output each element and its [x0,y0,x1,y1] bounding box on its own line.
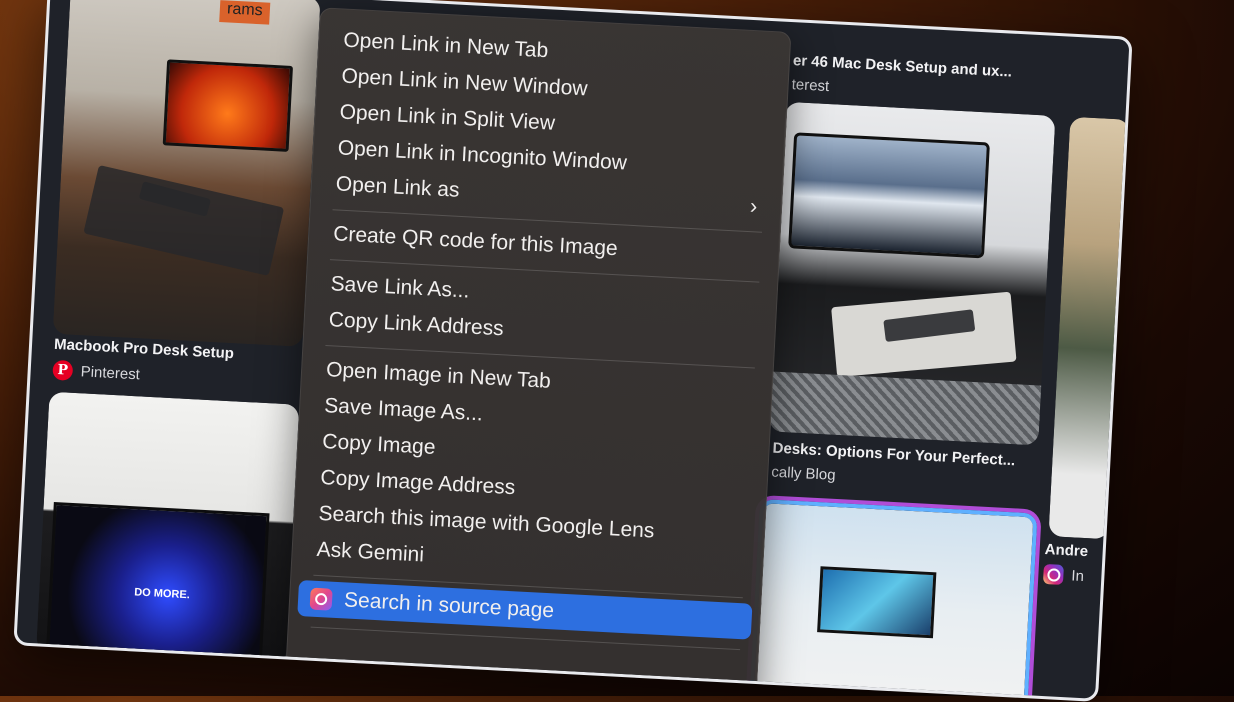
card-source[interactable]: In [1042,563,1085,586]
menu-item-label: Copy Link Address [328,308,505,341]
card-title[interactable]: Andre [1044,541,1088,560]
menu-item-label: Ask Gemini [316,537,425,567]
image-card-mac-desk[interactable] [768,101,1056,446]
ultrawide-monitor [788,132,990,259]
desk-setup-image [52,0,321,347]
card-title[interactable]: er 46 Mac Desk Setup and ux... [793,52,1013,80]
rams-sign: rams [219,0,271,25]
monitor-wallpaper [162,59,294,152]
menu-item-label: Save Link As... [330,272,470,303]
menu-item-label: Create QR code for this Image [332,222,619,261]
rug [768,371,1042,446]
desk-image [1048,116,1131,540]
source-label: Pinterest [80,362,141,383]
chevron-right-icon: › [749,193,758,219]
menu-item-label: Open Link in Split View [339,100,556,135]
browser-screen: rams Macbook Pro Desk Setup P Pinterest … [13,0,1133,702]
source-label: In [1070,566,1085,585]
image-card-macbook-desk[interactable]: rams [52,0,321,347]
lens-search-icon [309,587,333,611]
menu-item-label: Open Link in New Window [340,64,589,101]
monitor-screen [817,566,937,639]
menu-item-label: Open Link as [335,172,461,202]
menu-item-label: Copy Image Address [319,465,516,500]
menu-item-label: Open Link in New Tab [342,28,549,63]
menu-item-create-qr[interactable]: Create QR code for this Image [332,217,763,273]
menu-item-search-source-page[interactable]: Search in source page [297,579,753,640]
source-label: terest [791,76,830,96]
pinterest-icon: P [52,359,74,381]
card-source[interactable]: P Pinterest [52,359,141,385]
menu-item-label: Search in source page [343,588,555,623]
source-label: cally Blog [770,463,836,484]
menu-item-label: Save Image As... [323,394,484,426]
image-card-far-right[interactable] [1048,116,1131,540]
menu-item-label: Open Image in New Tab [325,358,552,393]
image-card-do-more[interactable]: DO MORE. [36,391,300,665]
monitor-screen [46,502,270,660]
card-source[interactable]: terest [791,76,829,95]
menu-item-label: Copy Image [321,430,437,459]
image-card-window-desk[interactable] [749,499,1038,702]
card-source[interactable]: cally Blog [771,464,836,484]
instagram-icon [1042,563,1064,585]
context-menu: Open Link in New Tab Open Link in New Wi… [284,7,792,702]
